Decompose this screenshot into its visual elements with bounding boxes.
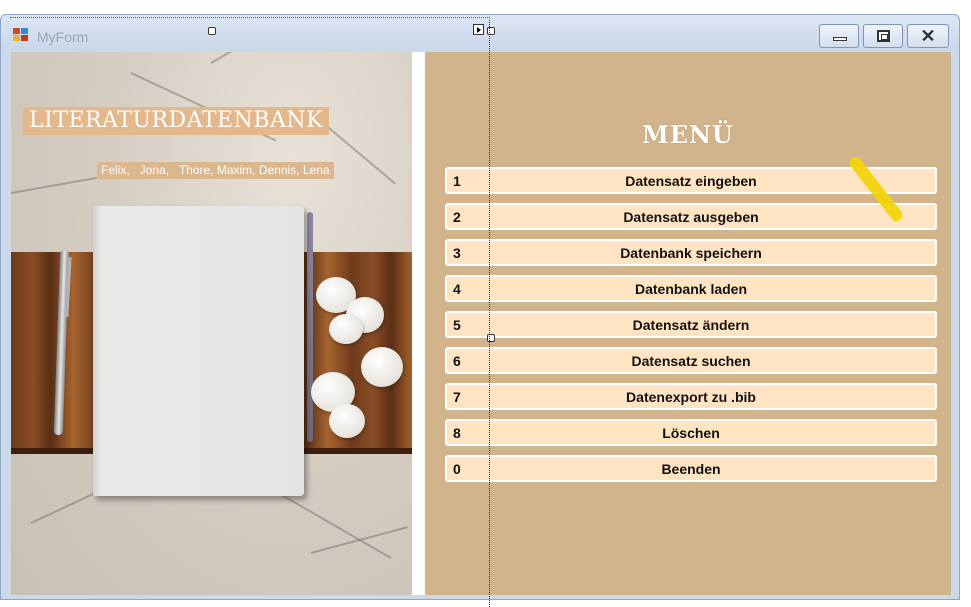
menu-button-label: Beenden (661, 461, 721, 477)
notebook (93, 206, 304, 496)
window-title: MyForm (37, 29, 89, 45)
menu-panel: MENÜ 1 Datensatz eingeben 2 Datensatz au… (425, 52, 951, 595)
maximize-button[interactable] (863, 24, 903, 48)
menu-button-label: Datenbank speichern (620, 245, 762, 261)
menu-button-beenden[interactable]: 0 Beenden (445, 455, 937, 482)
app-icon (13, 28, 30, 43)
menu-button-label: Datenexport zu .bib (626, 389, 756, 405)
menu-button-loeschen[interactable]: 8 Löschen (445, 419, 937, 446)
form-client-area: LITERATURDATENBANK Felix, Jona, Thore, M… (11, 52, 951, 595)
menu-button-label: Datensatz ausgeben (623, 209, 759, 225)
menu-button-label: Datensatz ändern (632, 317, 750, 333)
app-title-label: LITERATURDATENBANK (23, 107, 330, 135)
minimize-button[interactable] (819, 24, 859, 48)
menu-button-label: Datenbank laden (634, 281, 748, 297)
smart-tag-arrow-icon[interactable] (473, 24, 484, 35)
designer-selection-line (10, 17, 490, 18)
menu-button-datenbank-laden[interactable]: 4 Datenbank laden (445, 275, 937, 302)
menu-heading: MENÜ (642, 120, 734, 149)
minimize-icon (833, 37, 847, 41)
menu-button-label: Datensatz suchen (631, 353, 751, 369)
authors-label: Felix, Jona, Thore, Maxim, Dennis, Lena (97, 162, 334, 179)
menu-button-label: Löschen (662, 425, 720, 441)
menu-button-datenexport-bib[interactable]: 7 Datenexport zu .bib (445, 383, 937, 410)
menu-button-datensatz-ausgeben[interactable]: 2 Datensatz ausgeben (445, 203, 937, 230)
menu-button-datenbank-speichern[interactable]: 3 Datenbank speichern (445, 239, 937, 266)
menu-button-datensatz-aendern[interactable]: 5 Datensatz ändern (445, 311, 937, 338)
resize-handle[interactable] (208, 27, 216, 35)
designer-guide-line (489, 20, 490, 607)
lavender-sprig (307, 212, 313, 442)
close-icon: ✕ (920, 26, 936, 46)
cover-photo: LITERATURDATENBANK Felix, Jona, Thore, M… (11, 52, 412, 595)
maximize-icon (877, 30, 890, 42)
menu-button-datensatz-suchen[interactable]: 6 Datensatz suchen (445, 347, 937, 374)
form-window: MyForm ✕ LITERATURDATENBANK Felix, Jona,… (0, 14, 960, 600)
close-button[interactable]: ✕ (907, 24, 949, 48)
panel-divider (412, 52, 425, 595)
